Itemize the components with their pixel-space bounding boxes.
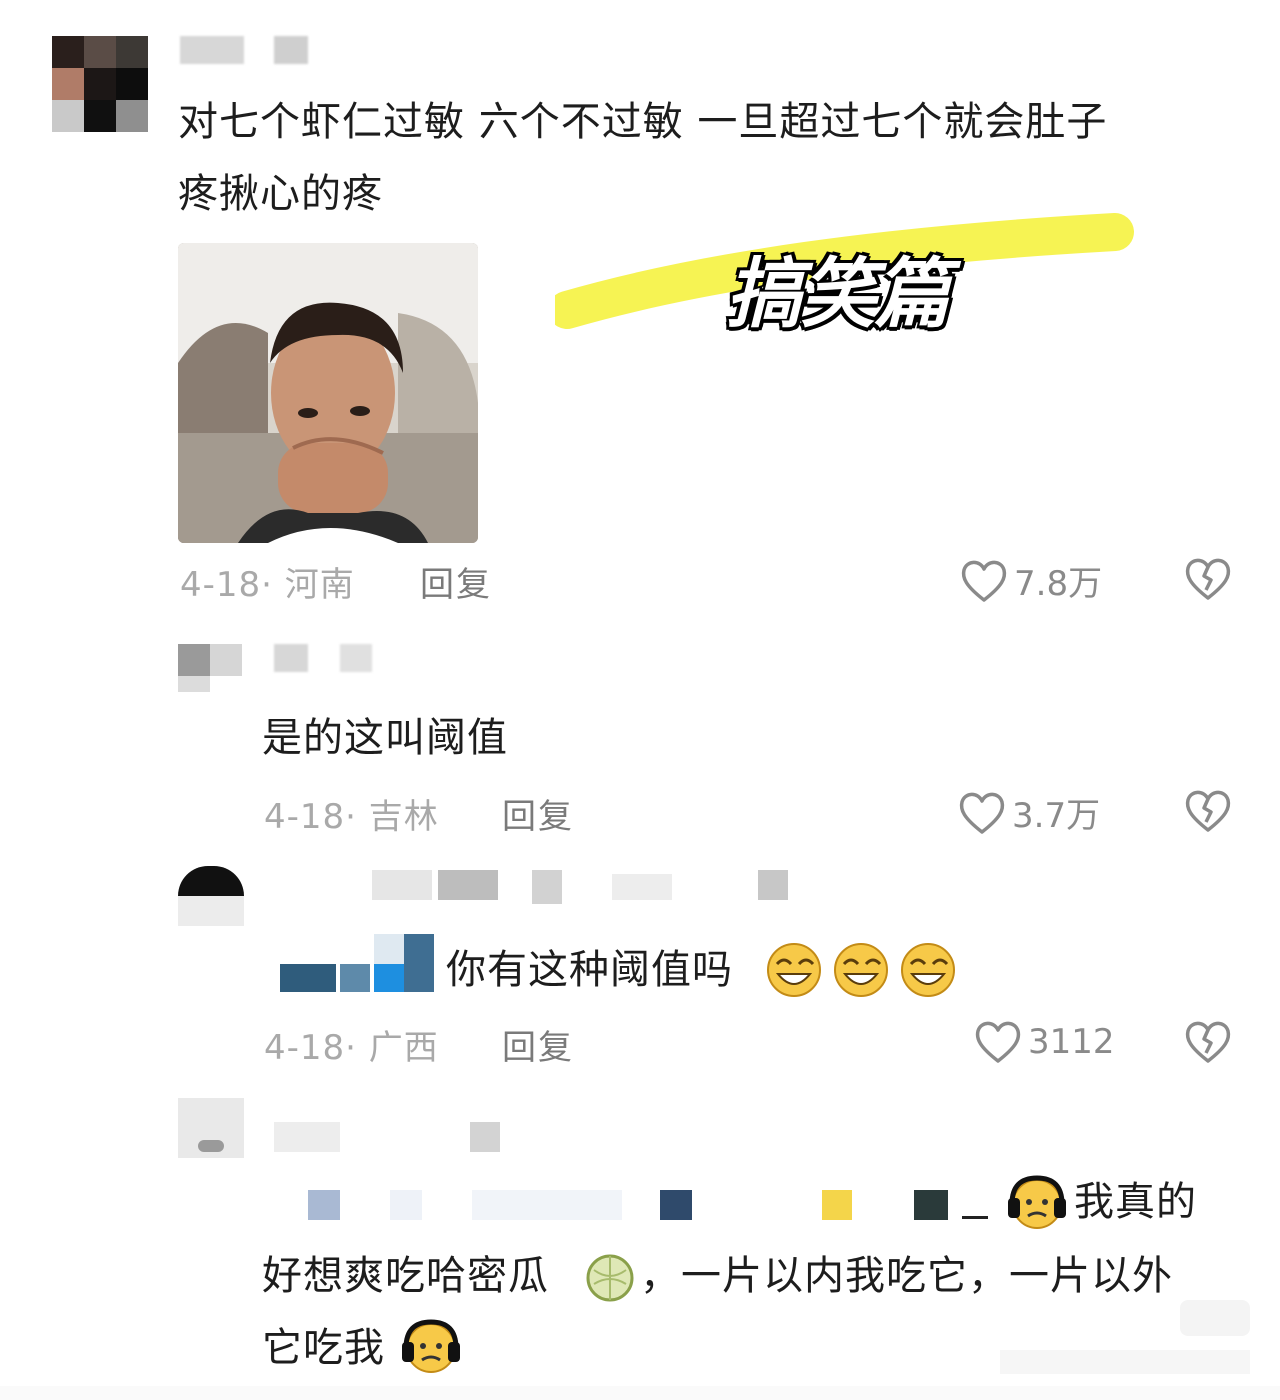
username-blurred[interactable] — [274, 1122, 504, 1154]
comment-line: 我真的 — [1074, 1179, 1197, 1225]
comment-photo[interactable] — [178, 243, 478, 543]
like-count: 3.7万 — [1012, 796, 1101, 836]
comment-text: 是的这叫阈值 — [262, 706, 508, 770]
like-button[interactable]: 7.8万 — [960, 556, 1102, 605]
comment-date: 4-18 — [264, 1028, 346, 1068]
comment-meta: 4-18· 河南 — [180, 557, 355, 606]
overlay-title-text: 搞笑篇 — [726, 249, 950, 338]
avatar[interactable] — [178, 644, 242, 692]
mention-blurred[interactable] — [262, 1178, 998, 1228]
comment-line: 好想爽吃哈密瓜 — [262, 1253, 549, 1299]
reply-button[interactable]: 回复 — [420, 557, 492, 606]
reply-label: 回复 — [502, 797, 574, 837]
headphone-emoji-icon — [402, 1319, 460, 1373]
comment-line: ，一片以内我吃它，一片以外 — [640, 1253, 1173, 1299]
like-button[interactable]: 3.7万 — [958, 788, 1100, 837]
avatar[interactable] — [178, 866, 244, 926]
separator: · — [345, 797, 357, 837]
headphone-emoji-icon — [1008, 1175, 1066, 1229]
emoji-group — [764, 940, 960, 1000]
comment-text: 它吃我 — [262, 1316, 385, 1380]
comment-line: 对七个虾仁过敏 六个不过敏 一旦超过七个就会肚子 — [178, 99, 1108, 145]
reply-button[interactable]: 回复 — [502, 1020, 574, 1069]
heart-icon — [959, 792, 1005, 834]
avatar[interactable] — [52, 36, 148, 132]
reply-label: 回复 — [502, 1028, 574, 1068]
comment-text: 你有这种阈值吗 — [446, 938, 733, 1002]
comment-text: 我真的 — [1074, 1170, 1197, 1234]
comment-date: 4-18 — [180, 565, 262, 605]
grin-emoji-icon — [901, 943, 956, 997]
watermark — [1000, 1350, 1250, 1374]
like-button[interactable]: 3112 — [974, 1019, 1115, 1065]
grin-emoji-icon — [834, 943, 889, 997]
broken-heart-icon[interactable] — [1184, 788, 1232, 834]
melon-emoji-icon — [586, 1254, 634, 1302]
comment-line: 你有这种阈值吗 — [446, 947, 733, 993]
username-blurred-2 — [274, 36, 308, 64]
username-blurred[interactable] — [274, 644, 308, 672]
broken-heart-icon[interactable] — [1184, 556, 1232, 602]
comment-region: 吉林 — [368, 797, 439, 837]
avatar[interactable] — [178, 1098, 244, 1158]
mention-blurred[interactable] — [270, 930, 438, 996]
username-blurred[interactable] — [180, 36, 244, 64]
comment-line: 疼揪心的疼 — [178, 171, 383, 217]
separator: · — [345, 1028, 357, 1068]
comment-date: 4-18 — [264, 797, 346, 837]
like-count: 3112 — [1028, 1022, 1115, 1062]
username-blurred[interactable] — [372, 870, 788, 914]
comment-meta: 4-18· 广西 — [264, 1020, 439, 1069]
comment-line: 是的这叫阈值 — [262, 715, 508, 761]
reply-label: 回复 — [420, 565, 492, 605]
partial-row — [0, 1386, 1280, 1400]
comment-meta: 4-18· 吉林 — [264, 789, 439, 838]
comment-text: 疼揪心的疼 — [178, 162, 383, 226]
grin-emoji-icon — [767, 943, 821, 997]
like-count: 7.8万 — [1014, 564, 1103, 604]
separator: · — [261, 565, 273, 605]
heart-icon — [961, 560, 1007, 602]
comment-text: 好想爽吃哈密瓜 — [262, 1244, 549, 1308]
comment-region: 河南 — [284, 565, 355, 605]
comment-line: 它吃我 — [262, 1325, 385, 1371]
heart-icon — [975, 1021, 1021, 1063]
broken-heart-icon[interactable] — [1184, 1019, 1232, 1065]
comment-region: 广西 — [368, 1028, 439, 1068]
comment-text: 对七个虾仁过敏 六个不过敏 一旦超过七个就会肚子 — [178, 90, 1107, 154]
username-blurred-2 — [340, 644, 372, 672]
reply-button[interactable]: 回复 — [502, 789, 574, 838]
comment-text: ，一片以内我吃它，一片以外 — [640, 1244, 1173, 1308]
watermark — [1180, 1300, 1250, 1336]
overlay-title: 搞笑篇 — [726, 232, 950, 342]
